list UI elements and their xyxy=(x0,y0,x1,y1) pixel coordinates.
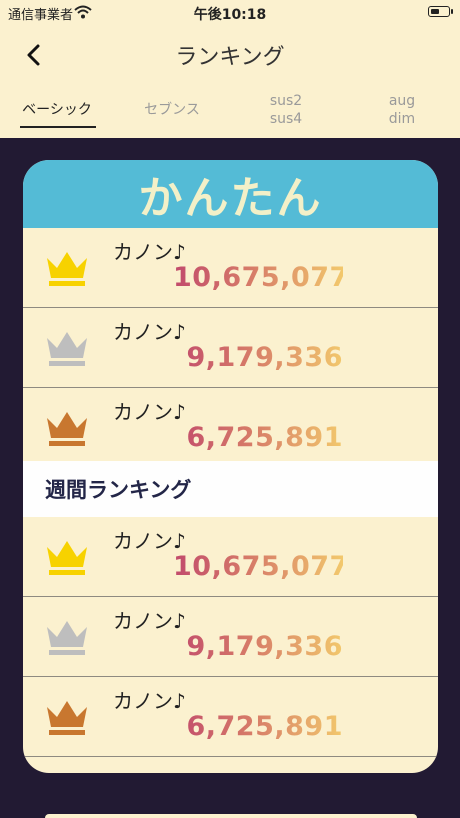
difficulty-header: かんたん xyxy=(23,160,438,228)
weekly-ranking-row[interactable]: カノン♪ 6,725,891 xyxy=(23,677,438,757)
weekly-ranking-header: 週間ランキング xyxy=(23,461,438,517)
tab-label: ベーシック xyxy=(22,102,92,118)
tab-seventh[interactable]: セブンス xyxy=(132,82,212,138)
bronze-crown-icon xyxy=(47,412,87,446)
chord-type-tabs: ベーシック セブンス sus2 sus4 aug dim xyxy=(0,82,460,138)
tab-label-line1: aug xyxy=(388,93,416,109)
silver-crown-icon xyxy=(47,621,87,655)
tab-aug-dim[interactable]: aug dim xyxy=(366,82,438,138)
silver-crown-icon xyxy=(47,332,87,366)
bronze-crown-icon xyxy=(47,701,87,735)
gold-crown-icon xyxy=(47,252,87,286)
tab-label: セブンス xyxy=(144,102,200,118)
weekly-ranking-row[interactable]: カノン♪ 9,179,336 xyxy=(23,597,438,677)
gold-crown-icon xyxy=(47,541,87,575)
ranking-row[interactable]: カノン♪ 10,675,077 xyxy=(23,228,438,308)
weekly-ranking-row[interactable]: カノン♪ 10,675,077 xyxy=(23,517,438,597)
tab-label-line1: sus2 xyxy=(269,93,303,109)
song-title: カノン♪ xyxy=(113,320,186,344)
tab-basic[interactable]: ベーシック xyxy=(18,82,96,138)
score: 10,675,077 xyxy=(173,262,349,293)
next-card-edge xyxy=(45,814,417,818)
song-title: カノン♪ xyxy=(113,529,186,553)
navigation-bar: ランキング xyxy=(0,26,460,82)
battery-icon xyxy=(428,6,453,17)
tab-label-line2: sus4 xyxy=(269,111,303,127)
ranking-row[interactable]: カノン♪ 6,725,891 xyxy=(23,388,438,468)
score: 9,179,336 xyxy=(173,342,343,373)
tab-label-line2: dim xyxy=(388,111,416,127)
song-title: カノン♪ xyxy=(113,240,186,264)
song-title: カノン♪ xyxy=(113,689,186,713)
page-title: ランキング xyxy=(175,45,285,70)
ranking-row[interactable]: カノン♪ 9,179,336 xyxy=(23,308,438,388)
ranking-card: かんたん カノン♪ 10,675,077 カノン♪ 9,179,336 カノン♪… xyxy=(23,160,438,773)
score: 6,725,891 xyxy=(173,711,343,742)
difficulty-title: かんたん xyxy=(138,173,323,224)
tab-sus[interactable]: sus2 sus4 xyxy=(250,82,322,138)
song-title: カノン♪ xyxy=(113,609,186,633)
score: 10,675,077 xyxy=(173,551,349,582)
song-title: カノン♪ xyxy=(113,400,186,424)
score: 9,179,336 xyxy=(173,631,343,662)
status-bar: 通信事業者 午後10:18 xyxy=(0,0,460,26)
score: 6,725,891 xyxy=(173,422,343,453)
active-tab-indicator xyxy=(20,126,96,128)
clock: 午後10:18 xyxy=(193,7,267,23)
weekly-ranking-label: 週間ランキング xyxy=(45,478,192,502)
